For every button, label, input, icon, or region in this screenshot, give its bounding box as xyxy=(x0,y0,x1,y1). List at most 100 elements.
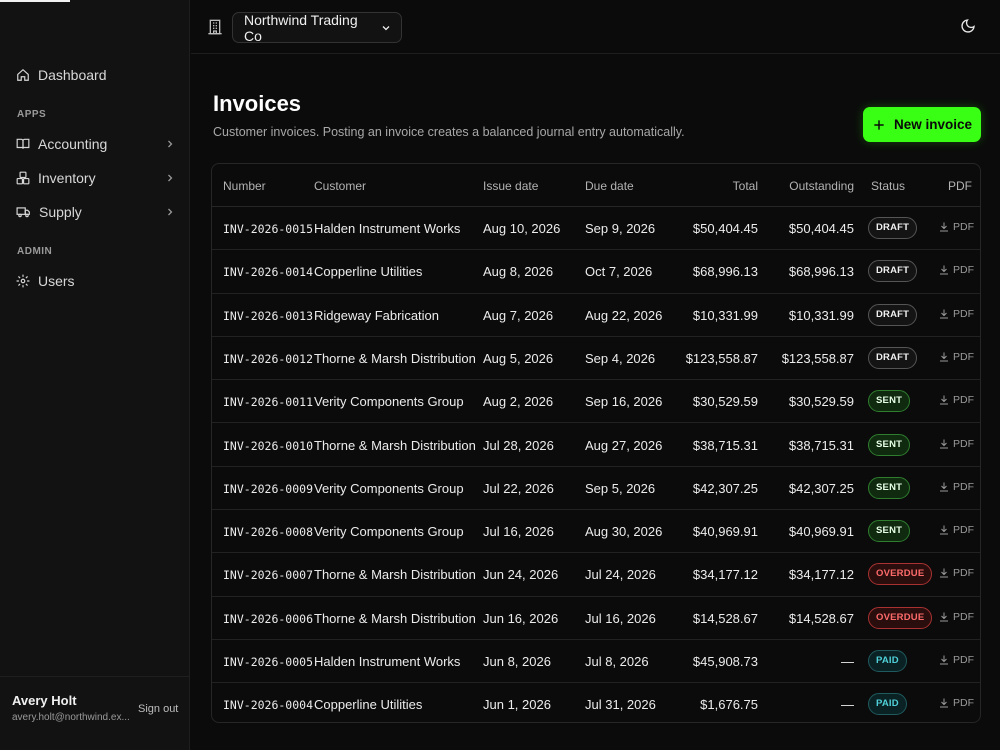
sidebar-item-inventory[interactable]: Inventory xyxy=(16,167,176,189)
boxes-icon xyxy=(16,171,30,185)
sidebar-item-dashboard[interactable]: Dashboard xyxy=(16,64,176,86)
download-icon xyxy=(938,438,950,450)
total-amount: $1,676.75 xyxy=(700,697,758,713)
gear-icon xyxy=(16,274,30,288)
pdf-download-button[interactable]: PDF xyxy=(938,438,974,450)
header-due-date[interactable]: Due date xyxy=(585,179,634,193)
table-row[interactable]: INV-2026-0015 Halden Instrument Works Aug … xyxy=(212,207,980,251)
building-icon xyxy=(207,19,223,35)
sidebar: Dashboard APPS Accounting Inventory Supp… xyxy=(0,0,190,750)
status-cell: DRAFT xyxy=(868,346,918,369)
status-cell: SENT xyxy=(868,390,911,413)
chevron-right-icon xyxy=(164,172,176,184)
pdf-label: PDF xyxy=(953,394,974,407)
header-status[interactable]: Status xyxy=(871,179,905,193)
outstanding-amount: $68,996.13 xyxy=(788,264,854,280)
outstanding-amount: $14,528.67 xyxy=(788,610,854,626)
customer-name: Copperline Utilities xyxy=(314,697,423,713)
organization-select[interactable]: Northwind Trading Co xyxy=(232,12,402,44)
issue-date: Jun 16, 2026 xyxy=(483,610,559,626)
pdf-download-button[interactable]: PDF xyxy=(938,697,974,709)
status-badge: DRAFT xyxy=(868,260,918,283)
page-description: Customer invoices. Posting an invoice cr… xyxy=(213,125,685,139)
page-title: Invoices xyxy=(213,91,302,116)
pdf-download-button[interactable]: PDF xyxy=(938,567,974,579)
status-cell: OVERDUE xyxy=(868,606,933,629)
status-cell: PAID xyxy=(868,693,907,716)
due-date: Aug 30, 2026 xyxy=(585,524,663,540)
header-issue-date[interactable]: Issue date xyxy=(483,179,538,193)
header-number[interactable]: Number xyxy=(223,179,266,193)
sidebar-section-apps: APPS xyxy=(17,109,47,120)
table-row[interactable]: INV-2026-0007 Thorne & Marsh Distribution… xyxy=(212,553,980,597)
table-row[interactable]: INV-2026-0005 Halden Instrument Works Jun … xyxy=(212,640,980,684)
invoice-number: INV-2026-0010 xyxy=(223,438,314,453)
total-amount: $50,404.45 xyxy=(692,221,758,236)
table-row[interactable]: INV-2026-0011 Verity Components Group Aug … xyxy=(212,380,980,424)
status-badge: OVERDUE xyxy=(868,563,933,586)
outstanding-amount: — xyxy=(841,697,854,713)
sidebar-item-users[interactable]: Users xyxy=(16,270,176,292)
table-row[interactable]: INV-2026-0008 Verity Components Group Jul … xyxy=(212,510,980,554)
pdf-download-button[interactable]: PDF xyxy=(938,611,974,623)
total-amount: $14,528.67 xyxy=(692,610,758,626)
topbar: Northwind Trading Co xyxy=(191,0,1000,54)
issue-date: Aug 5, 2026 xyxy=(483,350,554,366)
header-pdf: PDF xyxy=(948,179,972,193)
due-date: Jul 8, 2026 xyxy=(585,654,649,669)
pdf-label: PDF xyxy=(953,350,974,363)
total-amount: $10,331.99 xyxy=(692,307,758,323)
table-row[interactable]: INV-2026-0004 Copperline Utilities Jun 1, … xyxy=(212,683,980,722)
download-icon xyxy=(938,264,950,276)
plus-icon xyxy=(872,118,886,132)
due-date: Jul 16, 2026 xyxy=(585,610,656,626)
sidebar-section-admin: ADMIN xyxy=(17,246,53,257)
header-outstanding[interactable]: Outstanding xyxy=(789,179,854,193)
pdf-download-button[interactable]: PDF xyxy=(938,394,974,406)
pdf-label: PDF xyxy=(953,524,974,537)
table-row[interactable]: INV-2026-0009 Verity Components Group Jul … xyxy=(212,467,980,511)
customer-name: Verity Components Group xyxy=(314,394,464,410)
pdf-download-button[interactable]: PDF xyxy=(938,481,974,493)
total-amount: $40,969.91 xyxy=(692,524,758,540)
due-date: Oct 7, 2026 xyxy=(585,264,653,280)
chevron-right-icon xyxy=(164,138,176,150)
table-row[interactable]: INV-2026-0013 Ridgeway Fabrication Aug 7, … xyxy=(212,294,980,337)
table-row[interactable]: INV-2026-0012 Thorne & Marsh Distribution… xyxy=(212,337,980,381)
theme-toggle-moon-icon[interactable] xyxy=(960,18,976,34)
status-cell: DRAFT xyxy=(868,217,918,239)
sidebar-item-accounting[interactable]: Accounting xyxy=(16,133,176,155)
pdf-download-button[interactable]: PDF xyxy=(938,351,974,363)
pdf-download-button[interactable]: PDF xyxy=(938,308,974,320)
pdf-download-button[interactable]: PDF xyxy=(938,221,974,233)
invoice-number: INV-2026-0006 xyxy=(223,611,314,626)
pdf-download-button[interactable]: PDF xyxy=(938,654,974,666)
sidebar-item-supply[interactable]: Supply xyxy=(16,201,176,223)
due-date: Sep 16, 2026 xyxy=(585,394,663,410)
pdf-download-button[interactable]: PDF xyxy=(938,524,974,536)
table-row[interactable]: INV-2026-0006 Thorne & Marsh Distribution… xyxy=(212,597,980,640)
customer-name: Thorne & Marsh Distribution xyxy=(314,610,476,626)
header-customer[interactable]: Customer xyxy=(314,179,366,193)
status-badge: DRAFT xyxy=(868,217,918,239)
new-invoice-button[interactable]: New invoice xyxy=(863,107,981,142)
invoice-number: INV-2026-0007 xyxy=(223,568,314,583)
invoice-number: INV-2026-0009 xyxy=(223,481,314,496)
outstanding-amount: $30,529.59 xyxy=(788,394,854,410)
sign-out-button[interactable]: Sign out xyxy=(138,703,178,715)
pdf-label: PDF xyxy=(953,654,974,666)
total-amount: $42,307.25 xyxy=(692,480,758,496)
invoice-number: INV-2026-0012 xyxy=(223,351,314,366)
header-total[interactable]: Total xyxy=(733,179,758,193)
table-row[interactable]: INV-2026-0014 Copperline Utilities Aug 8, … xyxy=(212,250,980,294)
download-icon xyxy=(938,221,950,233)
customer-name: Verity Components Group xyxy=(314,524,464,540)
outstanding-amount: — xyxy=(841,654,854,669)
pdf-download-button[interactable]: PDF xyxy=(938,264,974,276)
pdf-label: PDF xyxy=(953,697,974,710)
chevron-right-icon xyxy=(164,206,176,218)
issue-date: Jul 28, 2026 xyxy=(483,437,554,453)
table-row[interactable]: INV-2026-0010 Thorne & Marsh Distribution… xyxy=(212,424,980,467)
customer-name: Halden Instrument Works xyxy=(314,654,461,669)
download-icon xyxy=(938,524,950,536)
